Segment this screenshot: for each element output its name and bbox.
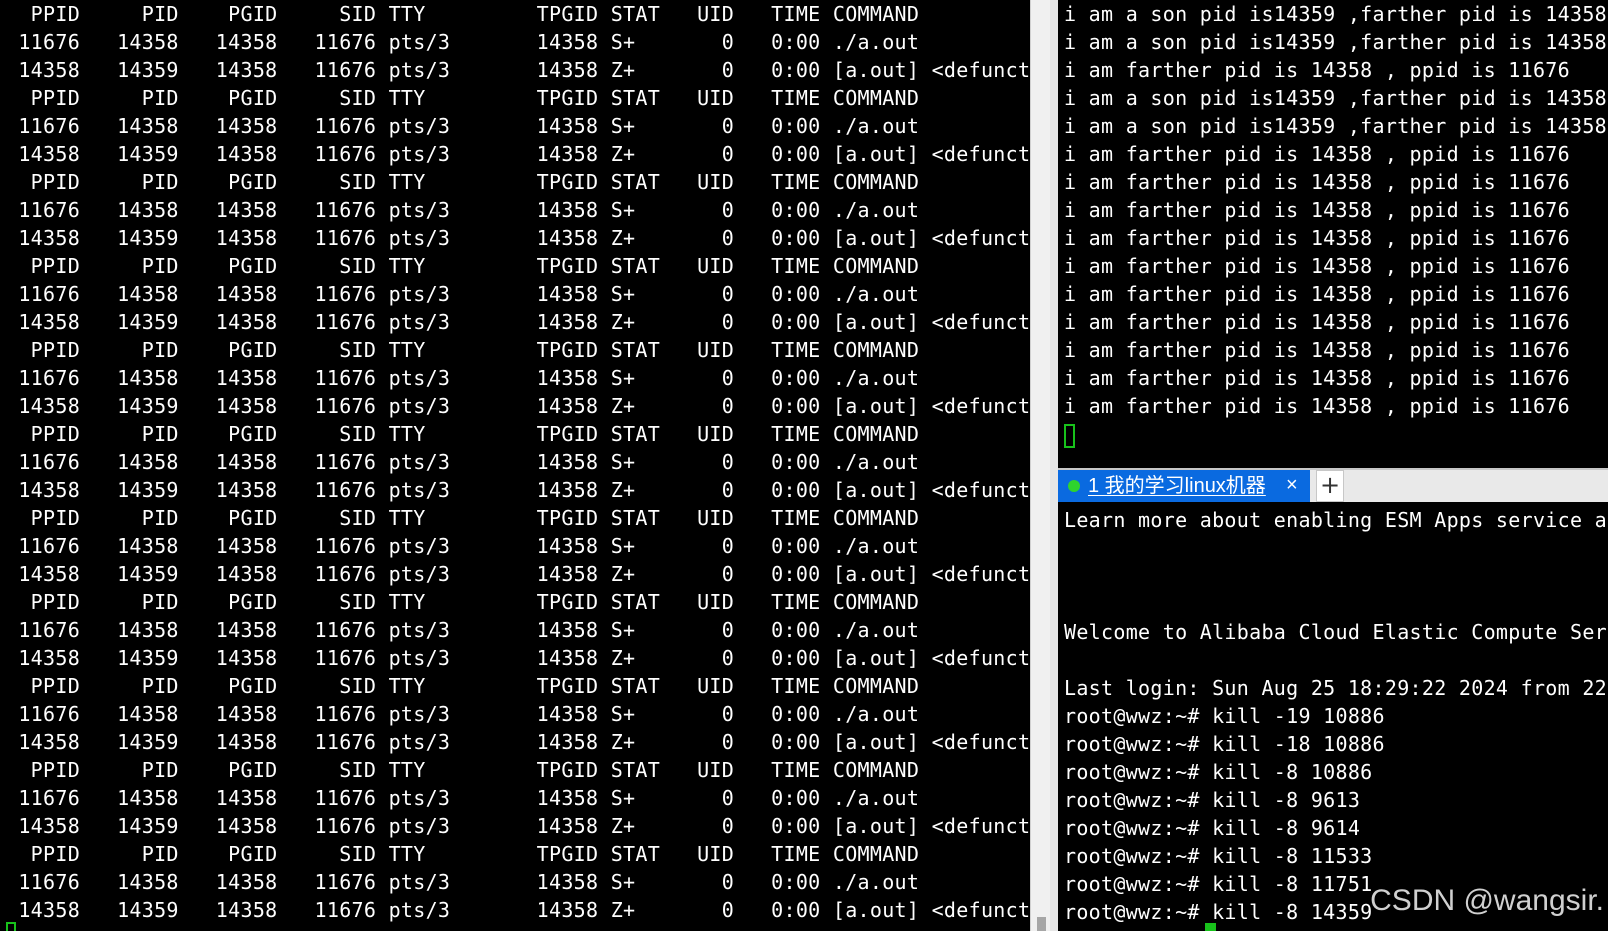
terminal-line: i am a son pid is14359 ,farther pid is 1… bbox=[1064, 114, 1608, 138]
terminal-line: 14358 14359 14358 11676 pts/3 14358 Z+ 0… bbox=[6, 226, 1030, 250]
terminal-line: root@wwz:~# kill -18 10886 bbox=[1064, 732, 1385, 756]
terminal-line: i am farther pid is 14358 , ppid is 1167… bbox=[1064, 58, 1570, 82]
close-tab-icon[interactable]: × bbox=[1286, 472, 1298, 498]
left-terminal-pane[interactable]: PPID PID PGID SID TTY TPGID STAT UID TIM… bbox=[0, 0, 1030, 931]
terminal-line: 14358 14359 14358 11676 pts/3 14358 Z+ 0… bbox=[6, 646, 1030, 670]
terminal-line: 14358 14359 14358 11676 pts/3 14358 Z+ 0… bbox=[6, 898, 1030, 922]
terminal-line: i am a son pid is14359 ,farther pid is 1… bbox=[1064, 86, 1608, 110]
terminal-line: 14358 14359 14358 11676 pts/3 14358 Z+ 0… bbox=[6, 814, 1030, 838]
tab-session-1[interactable]: 1 我的学习linux机器 × bbox=[1058, 470, 1310, 502]
watermark-text: CSDN @wangsir. bbox=[1370, 884, 1604, 917]
terminal-line: PPID PID PGID SID TTY TPGID STAT UID TIM… bbox=[6, 842, 920, 866]
terminal-line: i am farther pid is 14358 , ppid is 1167… bbox=[1064, 338, 1570, 362]
tab-label: 1 我的学习linux机器 bbox=[1088, 475, 1266, 497]
terminal-line: 11676 14358 14358 11676 pts/3 14358 S+ 0… bbox=[6, 30, 920, 54]
terminal-line: 11676 14358 14358 11676 pts/3 14358 S+ 0… bbox=[6, 366, 920, 390]
terminal-line: root@wwz:~# kill -8 10886 bbox=[1064, 760, 1373, 784]
terminal-line: PPID PID PGID SID TTY TPGID STAT UID TIM… bbox=[6, 170, 920, 194]
terminal-line: 14358 14359 14358 11676 pts/3 14358 Z+ 0… bbox=[6, 394, 1030, 418]
connected-status-icon bbox=[1068, 480, 1080, 492]
terminal-line: PPID PID PGID SID TTY TPGID STAT UID TIM… bbox=[6, 422, 920, 446]
terminal-line: i am a son pid is14359 ,farther pid is 1… bbox=[1064, 30, 1608, 54]
terminal-line: i am farther pid is 14358 , ppid is 1167… bbox=[1064, 254, 1570, 278]
terminal-line: i am farther pid is 14358 , ppid is 1167… bbox=[1064, 170, 1570, 194]
terminal-line: PPID PID PGID SID TTY TPGID STAT UID TIM… bbox=[6, 86, 920, 110]
terminal-line: root@wwz:~# kill -19 10886 bbox=[1064, 704, 1385, 728]
terminal-cursor bbox=[1064, 423, 1075, 448]
terminal-line: i am a son pid is14359 ,farther pid is 1… bbox=[1064, 2, 1608, 26]
terminal-line: 14358 14359 14358 11676 pts/3 14358 Z+ 0… bbox=[6, 478, 1030, 502]
terminal-line: 11676 14358 14358 11676 pts/3 14358 S+ 0… bbox=[6, 702, 920, 726]
terminal-line: Last login: Sun Aug 25 18:29:22 2024 fro… bbox=[1064, 676, 1608, 700]
terminal-line: i am farther pid is 14358 , ppid is 1167… bbox=[1064, 226, 1570, 250]
terminal-line: i am farther pid is 14358 , ppid is 1167… bbox=[1064, 198, 1570, 222]
terminal-line: 14358 14359 14358 11676 pts/3 14358 Z+ 0… bbox=[6, 730, 1030, 754]
terminal-prompt-line bbox=[1064, 420, 1608, 448]
right-top-terminal-pane[interactable]: i am a son pid is14359 ,farther pid is 1… bbox=[1058, 0, 1608, 465]
terminal-line: 14358 14359 14358 11676 pts/3 14358 Z+ 0… bbox=[6, 58, 1030, 82]
terminal-line: PPID PID PGID SID TTY TPGID STAT UID TIM… bbox=[6, 758, 920, 782]
terminal-line: 11676 14358 14358 11676 pts/3 14358 S+ 0… bbox=[6, 282, 920, 306]
terminal-line: PPID PID PGID SID TTY TPGID STAT UID TIM… bbox=[6, 506, 920, 530]
terminal-line: i am farther pid is 14358 , ppid is 1167… bbox=[1064, 366, 1570, 390]
terminal-line: Welcome to Alibaba Cloud Elastic Compute… bbox=[1064, 620, 1608, 644]
terminal-line: root@wwz:~# kill -8 9614 bbox=[1064, 816, 1361, 840]
terminal-line: 11676 14358 14358 11676 pts/3 14358 S+ 0… bbox=[6, 114, 920, 138]
left-terminal-output: PPID PID PGID SID TTY TPGID STAT UID TIM… bbox=[6, 0, 1030, 924]
terminal-line: 11676 14358 14358 11676 pts/3 14358 S+ 0… bbox=[6, 786, 920, 810]
add-tab-button[interactable]: + bbox=[1316, 470, 1344, 502]
pane-divider[interactable] bbox=[1050, 0, 1058, 931]
terminal-line: PPID PID PGID SID TTY TPGID STAT UID TIM… bbox=[6, 590, 920, 614]
terminal-line: i am farther pid is 14358 , ppid is 1167… bbox=[1064, 310, 1570, 334]
terminal-line: root@wwz:~# kill -8 9613 bbox=[1064, 788, 1361, 812]
terminal-line: 14358 14359 14358 11676 pts/3 14358 Z+ 0… bbox=[6, 142, 1030, 166]
terminal-line: root@wwz:~# kill -8 11533 bbox=[1064, 844, 1373, 868]
terminal-line: 14358 14359 14358 11676 pts/3 14358 Z+ 0… bbox=[6, 310, 1030, 334]
terminal-line: 11676 14358 14358 11676 pts/3 14358 S+ 0… bbox=[6, 618, 920, 642]
right-bottom-terminal-output: Learn more about enabling ESM Apps servi… bbox=[1064, 506, 1608, 926]
terminal-line: PPID PID PGID SID TTY TPGID STAT UID TIM… bbox=[6, 254, 920, 278]
right-bottom-terminal-pane[interactable]: Learn more about enabling ESM Apps servi… bbox=[1058, 502, 1608, 931]
terminal-line: i am farther pid is 14358 , ppid is 1167… bbox=[1064, 394, 1570, 418]
right-top-terminal-output: i am a son pid is14359 ,farther pid is 1… bbox=[1064, 0, 1608, 448]
terminal-line: i am farther pid is 14358 , ppid is 1167… bbox=[1064, 282, 1570, 306]
terminal-line: 11676 14358 14358 11676 pts/3 14358 S+ 0… bbox=[6, 450, 920, 474]
left-terminal-cursor bbox=[6, 922, 16, 931]
terminal-line: Learn more about enabling ESM Apps servi… bbox=[1064, 508, 1608, 532]
terminal-line: i am farther pid is 14358 , ppid is 1167… bbox=[1064, 142, 1570, 166]
terminal-line: 14358 14359 14358 11676 pts/3 14358 Z+ 0… bbox=[6, 562, 1030, 586]
terminal-line: 11676 14358 14358 11676 pts/3 14358 S+ 0… bbox=[6, 534, 920, 558]
left-terminal-scrollbar[interactable] bbox=[1030, 0, 1051, 931]
terminal-line: PPID PID PGID SID TTY TPGID STAT UID TIM… bbox=[6, 674, 920, 698]
terminal-cursor bbox=[1205, 923, 1216, 931]
terminal-line: PPID PID PGID SID TTY TPGID STAT UID TIM… bbox=[6, 338, 920, 362]
scrollbar-thumb[interactable] bbox=[1037, 917, 1046, 931]
terminal-line: 11676 14358 14358 11676 pts/3 14358 S+ 0… bbox=[6, 870, 920, 894]
terminal-line: 11676 14358 14358 11676 pts/3 14358 S+ 0… bbox=[6, 198, 920, 222]
session-tab-bar: 1 我的学习linux机器 × + bbox=[1058, 468, 1608, 502]
terminal-line: PPID PID PGID SID TTY TPGID STAT UID TIM… bbox=[6, 2, 920, 26]
